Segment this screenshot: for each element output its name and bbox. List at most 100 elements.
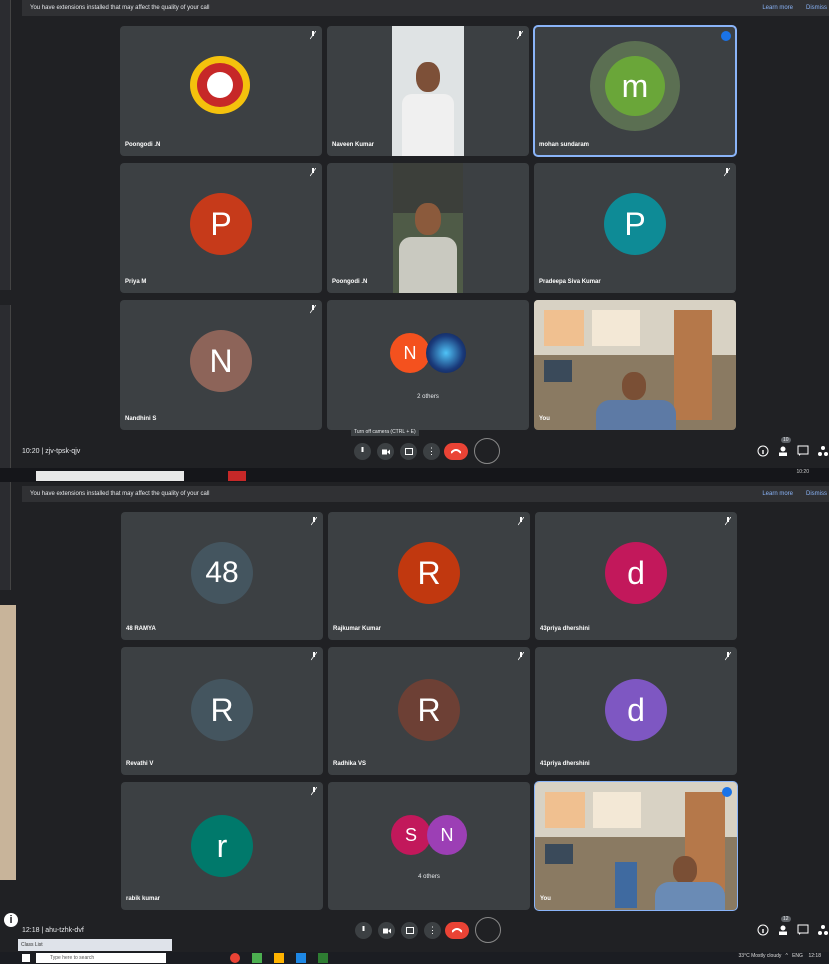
people-icon[interactable] bbox=[777, 445, 789, 457]
camera-icon bbox=[382, 928, 391, 933]
camera-tooltip: Turn off camera (CTRL + E) bbox=[351, 428, 419, 436]
chrome-taskbar-icon[interactable] bbox=[230, 953, 240, 963]
participant-tile[interactable]: Naveen Kumar bbox=[327, 26, 529, 156]
banner-message: You have extensions installed that may a… bbox=[30, 491, 210, 497]
language-indicator[interactable]: ENG bbox=[792, 953, 803, 959]
taskbar-search-box[interactable]: Type here to search bbox=[36, 953, 166, 963]
self-tile[interactable]: You bbox=[534, 781, 738, 911]
participant-name: You bbox=[539, 416, 550, 422]
search-placeholder: Type here to search bbox=[50, 955, 95, 961]
more-options-button[interactable]: ⋮ bbox=[423, 443, 440, 460]
banner-message: You have extensions installed that may a… bbox=[30, 5, 210, 11]
participant-tile[interactable]: r rabik kumar bbox=[121, 782, 323, 910]
mic-off-icon bbox=[724, 168, 730, 177]
weather-widget[interactable]: 33°C Mostly cloudy bbox=[739, 953, 782, 959]
present-button[interactable] bbox=[401, 922, 418, 939]
avatar: R bbox=[191, 679, 253, 741]
participant-tile[interactable]: 48 48 RAMYA bbox=[121, 512, 323, 640]
system-tray: 33°C Mostly cloudy ^ ENG 12:18 bbox=[738, 953, 821, 959]
mic-off-icon bbox=[310, 168, 316, 177]
people-count-badge: 10 bbox=[781, 437, 791, 443]
cursor-ring bbox=[474, 438, 500, 464]
info-icon[interactable] bbox=[757, 445, 769, 457]
participant-tile[interactable]: m mohan sundaram bbox=[533, 25, 737, 157]
app-taskbar-icon[interactable] bbox=[296, 953, 306, 963]
participant-tile[interactable]: d 43priya dhershini bbox=[535, 512, 737, 640]
participant-name: Poongodi .N bbox=[332, 279, 368, 285]
learn-more-link[interactable]: Learn more bbox=[762, 486, 793, 502]
meeting-details: 12:18 | ahu-tzhk-dvf bbox=[22, 927, 84, 934]
participant-name: mohan sundaram bbox=[539, 142, 590, 148]
avatar: d bbox=[605, 679, 667, 741]
present-icon bbox=[405, 927, 414, 934]
participant-tile[interactable]: Poongodi .N bbox=[327, 163, 529, 293]
camera-button[interactable] bbox=[378, 922, 395, 939]
camera-button[interactable] bbox=[377, 443, 394, 460]
dismiss-link[interactable]: Dismiss bbox=[806, 0, 827, 16]
avatar: N bbox=[190, 330, 252, 392]
participant-tile[interactable]: P Priya M bbox=[120, 163, 322, 293]
activities-icon[interactable] bbox=[817, 445, 829, 457]
participant-tile[interactable]: Poongodi .N bbox=[120, 26, 322, 156]
dismiss-link[interactable]: Dismiss bbox=[806, 486, 827, 502]
avatar: R bbox=[398, 542, 460, 604]
mic-off-icon bbox=[518, 652, 524, 661]
participant-name: Priya M bbox=[125, 279, 147, 285]
learn-more-link[interactable]: Learn more bbox=[762, 0, 793, 16]
participant-tile-others[interactable]: N 2 others bbox=[327, 300, 529, 430]
meeting-code: zjv-tpsk-qjv bbox=[45, 448, 81, 455]
leave-call-button[interactable] bbox=[444, 443, 468, 460]
mic-button[interactable] bbox=[354, 443, 371, 460]
speaking-icon bbox=[722, 787, 732, 797]
chat-icon[interactable] bbox=[797, 924, 809, 936]
participant-tile[interactable]: R Radhika VS bbox=[328, 647, 530, 775]
class-list-popup[interactable]: Class List bbox=[18, 939, 172, 951]
participant-tile[interactable]: P Pradeepa Siva Kumar bbox=[534, 163, 736, 293]
app-taskbar-icon[interactable] bbox=[252, 953, 262, 963]
others-count: 2 others bbox=[417, 394, 439, 400]
participant-name: rabik kumar bbox=[126, 896, 161, 902]
more-options-button[interactable]: ⋮ bbox=[424, 922, 441, 939]
participant-name: Nandhini S bbox=[125, 416, 157, 422]
participant-tile[interactable]: d 41priya dhershini bbox=[535, 647, 737, 775]
meeting-details: 10:20 | zjv-tpsk-qjv bbox=[22, 448, 81, 455]
self-tile[interactable]: You bbox=[534, 300, 736, 430]
folder-taskbar-icon[interactable] bbox=[274, 953, 284, 963]
background-taskbar-strip: 10:20 bbox=[0, 468, 829, 482]
info-icon[interactable] bbox=[757, 924, 769, 936]
more-vert-icon: ⋮ bbox=[427, 446, 436, 456]
meeting-time: 12:18 bbox=[22, 927, 40, 934]
activities-icon[interactable] bbox=[817, 924, 829, 936]
participant-tile-others[interactable]: S N 4 others bbox=[328, 782, 530, 910]
more-vert-icon: ⋮ bbox=[428, 925, 437, 935]
present-button[interactable] bbox=[400, 443, 417, 460]
mic-icon bbox=[362, 926, 365, 931]
leave-call-button[interactable] bbox=[445, 922, 469, 939]
windows-start-icon[interactable] bbox=[22, 954, 30, 962]
participant-tile[interactable]: R Revathi V bbox=[121, 647, 323, 775]
info-icon[interactable]: i bbox=[4, 913, 18, 927]
meeting-time: 10:20 bbox=[22, 448, 40, 455]
participant-name: Radhika VS bbox=[333, 761, 367, 767]
avatar: 48 bbox=[191, 542, 253, 604]
mic-off-icon bbox=[517, 31, 523, 40]
avatar: N bbox=[390, 333, 430, 373]
people-icon[interactable] bbox=[777, 924, 789, 936]
hang-up-icon bbox=[451, 449, 461, 454]
taskbar-clock[interactable]: 12:18 bbox=[808, 953, 821, 959]
people-count-badge: 12 bbox=[781, 916, 791, 922]
mic-off-icon bbox=[311, 517, 317, 526]
excel-taskbar-icon[interactable] bbox=[318, 953, 328, 963]
self-video bbox=[535, 782, 737, 910]
mic-off-icon bbox=[725, 652, 731, 661]
participant-tile[interactable]: R Rajkumar Kumar bbox=[328, 512, 530, 640]
mic-button[interactable] bbox=[355, 922, 372, 939]
present-icon bbox=[404, 448, 413, 455]
avatar: P bbox=[604, 193, 666, 255]
participant-tile[interactable]: N Nandhini S bbox=[120, 300, 322, 430]
chat-icon[interactable] bbox=[797, 445, 809, 457]
mic-off-icon bbox=[311, 652, 317, 661]
avatar: r bbox=[191, 815, 253, 877]
others-count: 4 others bbox=[418, 874, 440, 880]
participant-name: Revathi V bbox=[126, 761, 154, 767]
